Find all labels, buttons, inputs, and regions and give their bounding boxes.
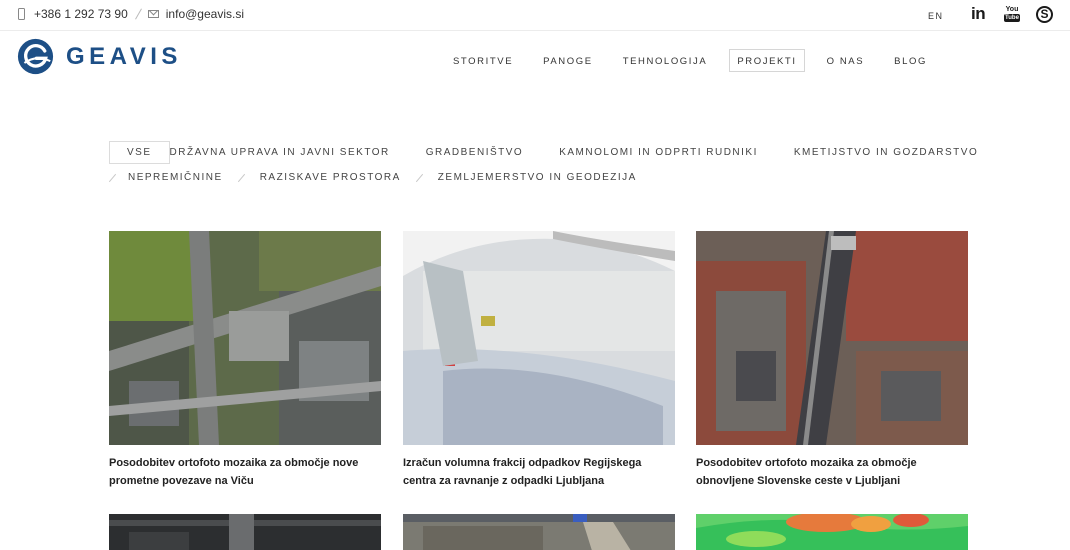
nav-item-storitve[interactable]: STORITVE [445,49,521,72]
filter-gradbenistvo[interactable]: GRADBENIŠTVO [426,147,523,158]
filter-kmetijstvo[interactable]: KMETIJSTVO IN GOZDARSTVO [794,147,978,158]
project-title[interactable]: Posodobitev ortofoto mozaika za območje … [109,454,381,490]
language-switch[interactable]: EN [928,11,944,21]
logo-text: GEAVIS [66,42,182,70]
email-link[interactable]: info@geavis.si [166,7,244,21]
project-card[interactable]: Izračun volumna frakcij odpadkov Regijsk… [403,231,675,490]
skype-icon[interactable]: S [1036,6,1053,23]
filter-vse[interactable]: VSE [109,141,170,164]
logo-mark-icon [17,38,54,75]
filter-zemljemerstvo[interactable]: ZEMLJEMERSTVO IN GEODEZIJA [438,172,637,183]
project-card[interactable]: Posodobitev ortofoto mozaika za območje … [696,231,968,490]
top-bar: +386 1 292 73 90 info@geavis.si EN in Yo… [0,0,1070,31]
main-nav: STORITVE PANOGE TEHNOLOGIJA PROJEKTI O N… [445,49,949,72]
project-title[interactable]: Posodobitev ortofoto mozaika za območje … [696,454,968,490]
nav-item-o-nas[interactable]: O NAS [819,49,873,72]
project-card[interactable]: Posodobitev ortofoto mozaika za območje … [109,231,381,490]
filter-row: VSE DRŽAVNA UPRAVA IN JAVNI SEKTOR GRADB… [109,140,977,165]
nav-item-panoge[interactable]: PANOGE [535,49,601,72]
youtube-icon-top: You [1005,6,1019,13]
filter-divider [404,148,411,157]
nav-item-projekti[interactable]: PROJEKTI [729,49,805,72]
project-image-partial[interactable] [696,514,968,550]
filter-row: NEPREMIČNINE RAZISKAVE PROSTORA ZEMLJEME… [108,165,939,190]
filter-divider [772,148,780,157]
filter-divider [237,173,245,182]
project-image-waste-site[interactable] [403,231,675,445]
project-title[interactable]: Izračun volumna frakcij odpadkov Regijsk… [403,454,675,490]
contact-info: +386 1 292 73 90 info@geavis.si [18,7,244,21]
youtube-icon[interactable]: You Tube [1004,6,1020,23]
mail-icon [147,10,159,18]
filter-nepremicnine[interactable]: NEPREMIČNINE [128,172,223,183]
site-logo[interactable]: GEAVIS [17,38,182,75]
filter-divider [108,173,117,182]
nav-item-blog[interactable]: BLOG [886,49,935,72]
filter-divider [538,148,545,157]
filter-divider [415,173,423,182]
filter-kamnolomi[interactable]: KAMNOLOMI IN ODPRTI RUDNIKI [559,147,758,158]
project-image-partial[interactable] [109,514,381,550]
nav-item-tehnologija[interactable]: TEHNOLOGIJA [615,49,716,72]
project-image-city-street[interactable] [696,231,968,445]
phone-icon [18,8,25,20]
project-image-partial[interactable] [403,514,675,550]
linkedin-icon[interactable]: in [971,4,986,24]
project-image-road-interchange[interactable] [109,231,381,445]
project-filters: VSE DRŽAVNA UPRAVA IN JAVNI SEKTOR GRADB… [108,140,977,190]
filter-drzavna-uprava[interactable]: DRŽAVNA UPRAVA IN JAVNI SEKTOR [170,147,390,158]
contact-divider [134,8,142,20]
filter-raziskave-prostora[interactable]: RAZISKAVE PROSTORA [260,172,401,183]
phone-number[interactable]: +386 1 292 73 90 [34,7,128,21]
youtube-icon-bottom: Tube [1004,14,1020,22]
